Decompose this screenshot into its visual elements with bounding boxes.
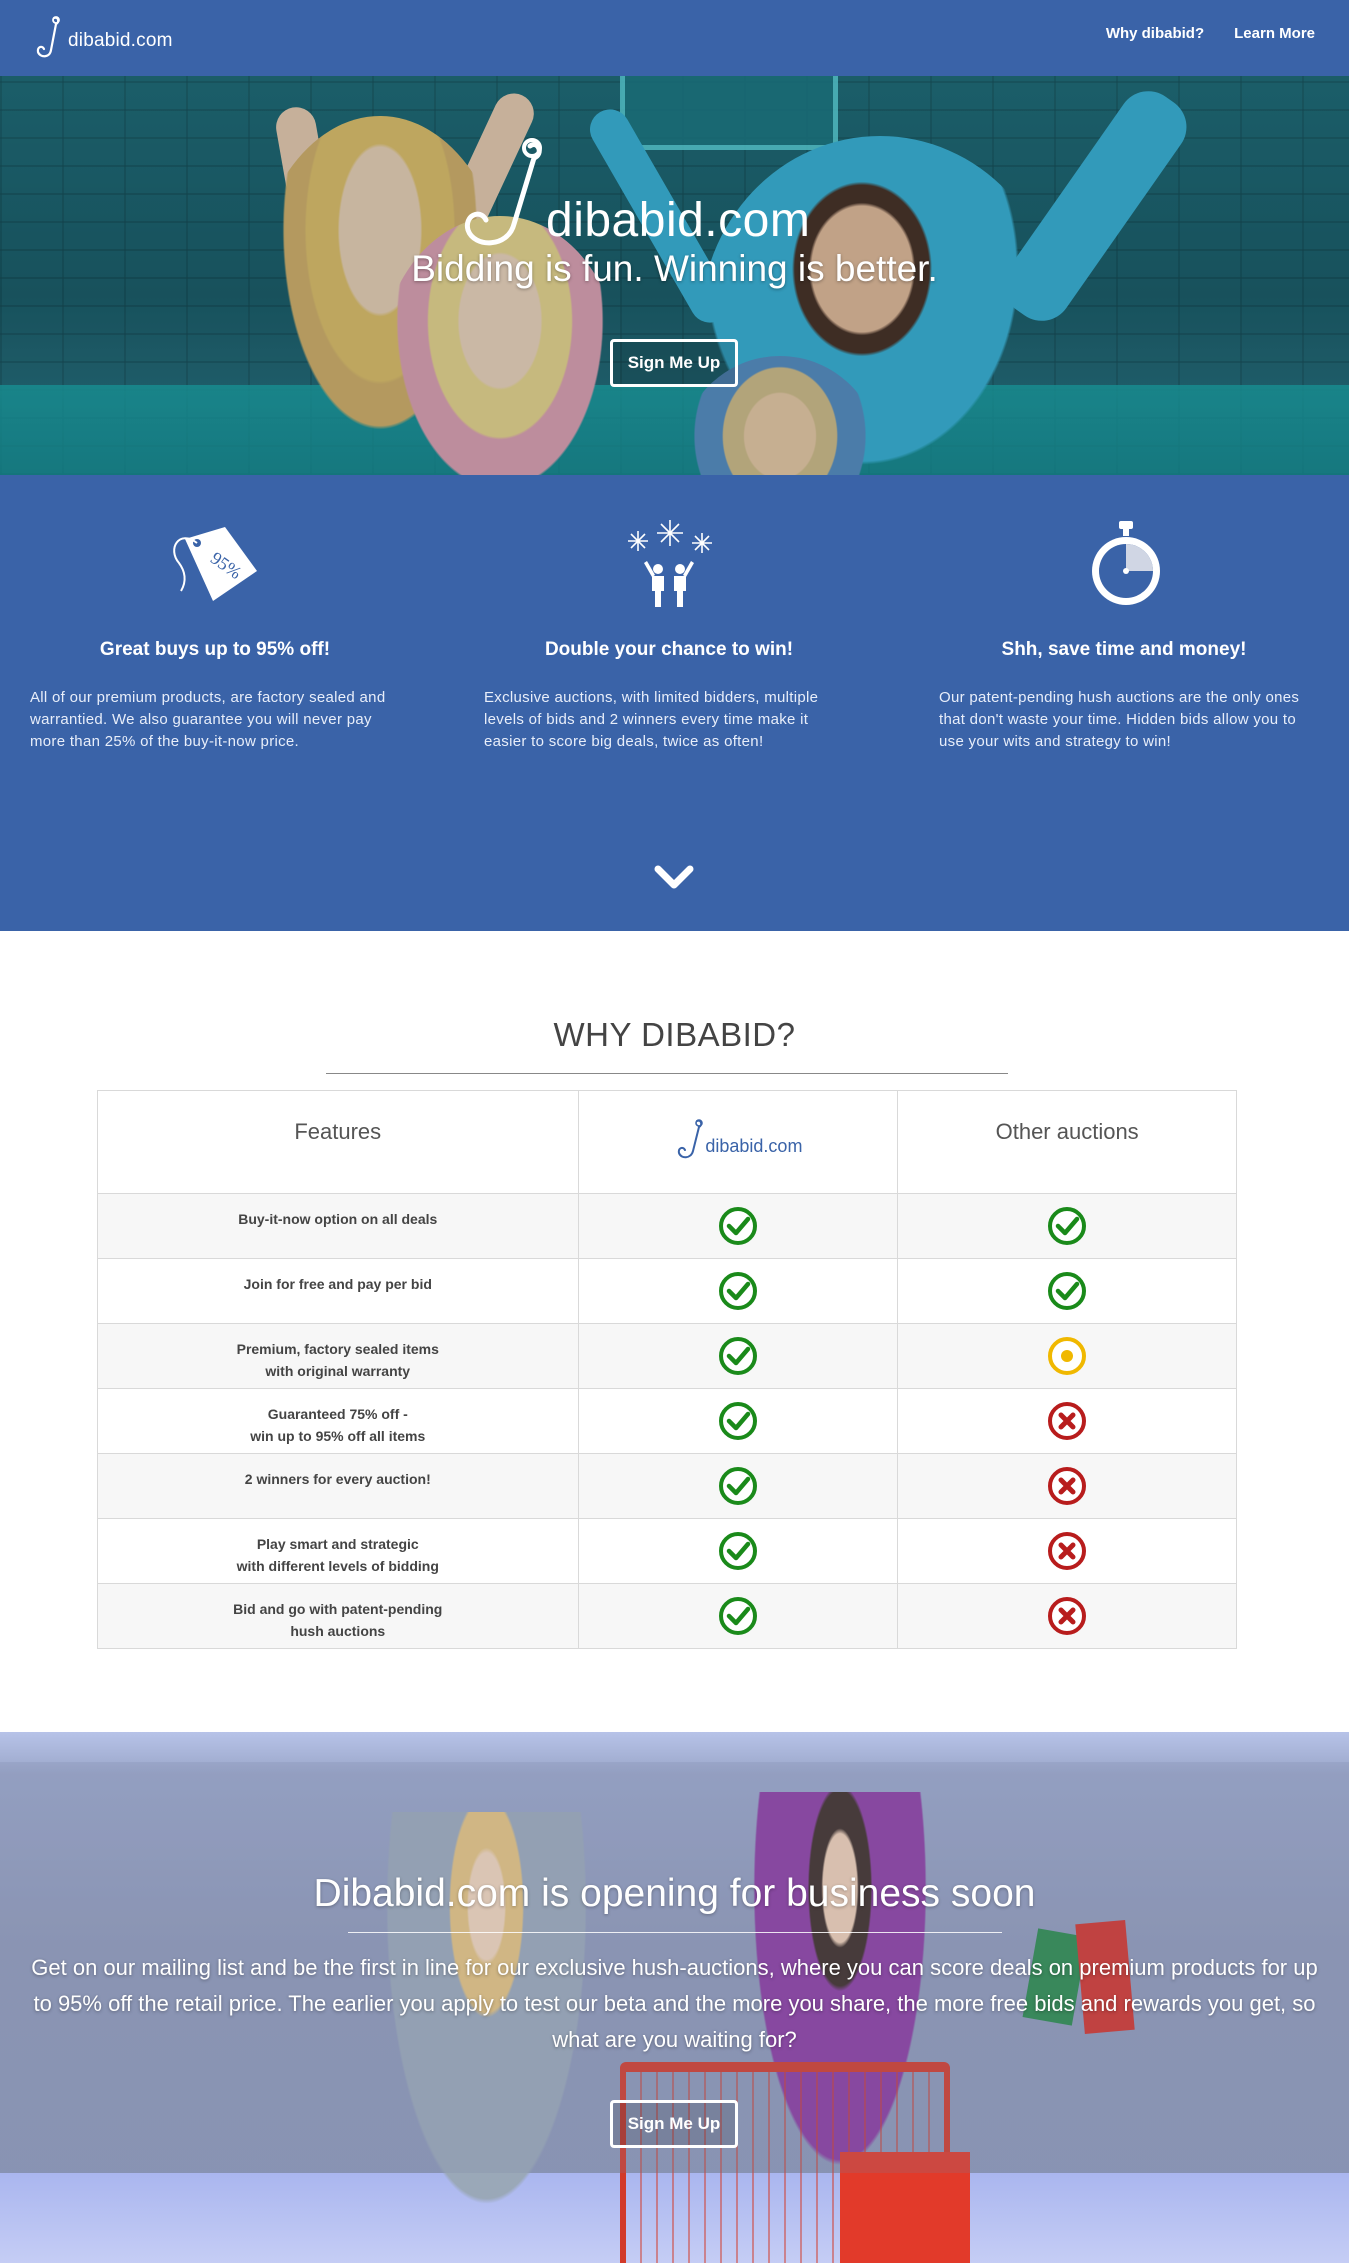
hero-content: dibabid.com Bidding is fun. Winning is b… [0, 76, 1349, 475]
check-icon [1048, 1207, 1087, 1245]
hero-section: dibabid.com Bidding is fun. Winning is b… [0, 76, 1349, 475]
table-row: Guaranteed 75% off - win up to 95% off al… [97, 1388, 1237, 1454]
nav-brand-logo[interactable]: dibabid.com [32, 14, 173, 62]
feature-text: Exclusive auctions, with limited bidders… [484, 689, 819, 750]
dibabid-cell [577, 1583, 899, 1649]
feature-line: Premium, factory sealed items [236, 1341, 439, 1357]
feature-line: win up to 95% off all items [250, 1428, 426, 1444]
other-auctions-cell [897, 1258, 1237, 1324]
signup-text: Get on our mailing list and be the first… [31, 1955, 1318, 2052]
hero-brand-text: dibabid.com [546, 194, 811, 247]
hero-tagline: Bidding is fun. Winning is better. [411, 248, 938, 289]
hook-logo-icon [678, 1119, 704, 1159]
signup-section: Dibabid.com is opening for business soon… [0, 1732, 1349, 2263]
signup-sign-up-button[interactable]: Sign Me Up [610, 2100, 738, 2148]
table-row: Buy-it-now option on all deals [97, 1193, 1237, 1259]
feature-text: Our patent-pending hush auctions are the… [939, 689, 1300, 750]
dibabid-cell [577, 1323, 899, 1389]
dibabid-cell [577, 1388, 899, 1454]
other-auctions-cell [897, 1323, 1237, 1389]
other-auctions-cell [897, 1193, 1237, 1259]
check-icon [718, 1207, 757, 1245]
check-icon [718, 1337, 757, 1375]
feature-line: Play smart and strategic [256, 1536, 419, 1552]
hero-brand-logo: dibabid.com [452, 132, 810, 262]
header-dibabid: dibabid.com [577, 1090, 899, 1194]
dibabid-cell [577, 1193, 899, 1259]
table-row: Join for free and pay per bid [97, 1258, 1237, 1324]
celebrating-people-icon [628, 520, 712, 607]
check-icon [718, 1402, 757, 1440]
dibabid-cell [577, 1453, 899, 1519]
check-icon [718, 1467, 757, 1505]
nav-link-why-dibabid[interactable]: Why dibabid? [1106, 25, 1204, 42]
why-section-title: WHY DIBABID? [553, 1016, 796, 1053]
features-section: 95% Great buys up to 95% off! All of our… [0, 475, 1349, 931]
scroll-down-chevron-icon[interactable] [652, 863, 696, 893]
feature-cell: Buy-it-now option on all deals [97, 1193, 579, 1259]
feature-cell: Premium, factory sealed items with origin… [97, 1323, 579, 1389]
comparison-table: Features dibabid.com Other auctions Buy-… [97, 1090, 1237, 1649]
partial-icon [1048, 1337, 1087, 1375]
feature-cell: 2 winners for every auction! [97, 1453, 579, 1519]
other-auctions-cell [897, 1583, 1237, 1649]
check-icon [718, 1532, 757, 1570]
feature-line: 2 winners for every auction! [244, 1471, 431, 1487]
nav-link-learn-more[interactable]: Learn More [1234, 25, 1315, 42]
feature-cell: Play smart and strategic with different l… [97, 1518, 579, 1584]
navbar: dibabid.com Why dibabid? Learn More [0, 0, 1349, 76]
signup-title: Dibabid.com is opening for business soon [313, 1872, 1036, 1915]
dibabid-cell [577, 1518, 899, 1584]
feature-line: Guaranteed 75% off - [267, 1406, 408, 1422]
table-brand-logo: dibabid.com [673, 1115, 802, 1163]
feature-line: with original warranty [265, 1363, 411, 1379]
check-icon [718, 1597, 757, 1635]
feature-cell: Join for free and pay per bid [97, 1258, 579, 1324]
cross-icon [1048, 1532, 1087, 1570]
feature-title: Shh, save time and money! [1001, 639, 1247, 660]
hook-logo-icon [36, 16, 60, 58]
feature-line: hush auctions [290, 1623, 386, 1639]
hero-sign-up-button[interactable]: Sign Me Up [610, 339, 738, 387]
feature-cell: Guaranteed 75% off - win up to 95% off al… [97, 1388, 579, 1454]
other-auctions-cell [897, 1518, 1237, 1584]
nav-links: Why dibabid? Learn More [1106, 25, 1315, 42]
stopwatch-icon [1092, 521, 1160, 605]
cross-icon [1048, 1467, 1087, 1505]
other-auctions-cell [897, 1388, 1237, 1454]
feature-text: All of our premium products, are factory… [30, 689, 386, 750]
dibabid-cell [577, 1258, 899, 1324]
table-row: Bid and go with patent-pending hush aucti… [97, 1583, 1237, 1649]
hook-logo-icon [464, 138, 542, 246]
feature-title: Double your chance to win! [544, 639, 794, 660]
table-row: 2 winners for every auction! [97, 1453, 1237, 1519]
feature-title: Great buys up to 95% off! [99, 639, 331, 660]
check-icon [718, 1272, 757, 1310]
table-row: Premium, factory sealed items with origin… [97, 1323, 1237, 1389]
comparison-rows: Buy-it-now option on all deals Join for f… [97, 1193, 1237, 1649]
feature-cell: Bid and go with patent-pending hush aucti… [97, 1583, 579, 1649]
check-icon [1048, 1272, 1087, 1310]
header-features: Features [97, 1090, 579, 1194]
cross-icon [1048, 1597, 1087, 1635]
feature-line: Buy-it-now option on all deals [238, 1211, 438, 1227]
table-row: Play smart and strategic with different l… [97, 1518, 1237, 1584]
feature-line: Bid and go with patent-pending [233, 1601, 443, 1617]
other-auctions-cell [897, 1453, 1237, 1519]
table-brand-text: dibabid.com [705, 1136, 803, 1156]
cross-icon [1048, 1402, 1087, 1440]
feature-line: Join for free and pay per bid [243, 1276, 432, 1292]
signup-title-underline [348, 1932, 1002, 1933]
why-title-underline [326, 1073, 1008, 1074]
header-other-auctions: Other auctions [897, 1090, 1237, 1194]
price-tag-icon: 95% [173, 527, 257, 601]
feature-line: with different levels of bidding [236, 1558, 439, 1574]
nav-brand-text: dibabid.com [68, 30, 173, 51]
